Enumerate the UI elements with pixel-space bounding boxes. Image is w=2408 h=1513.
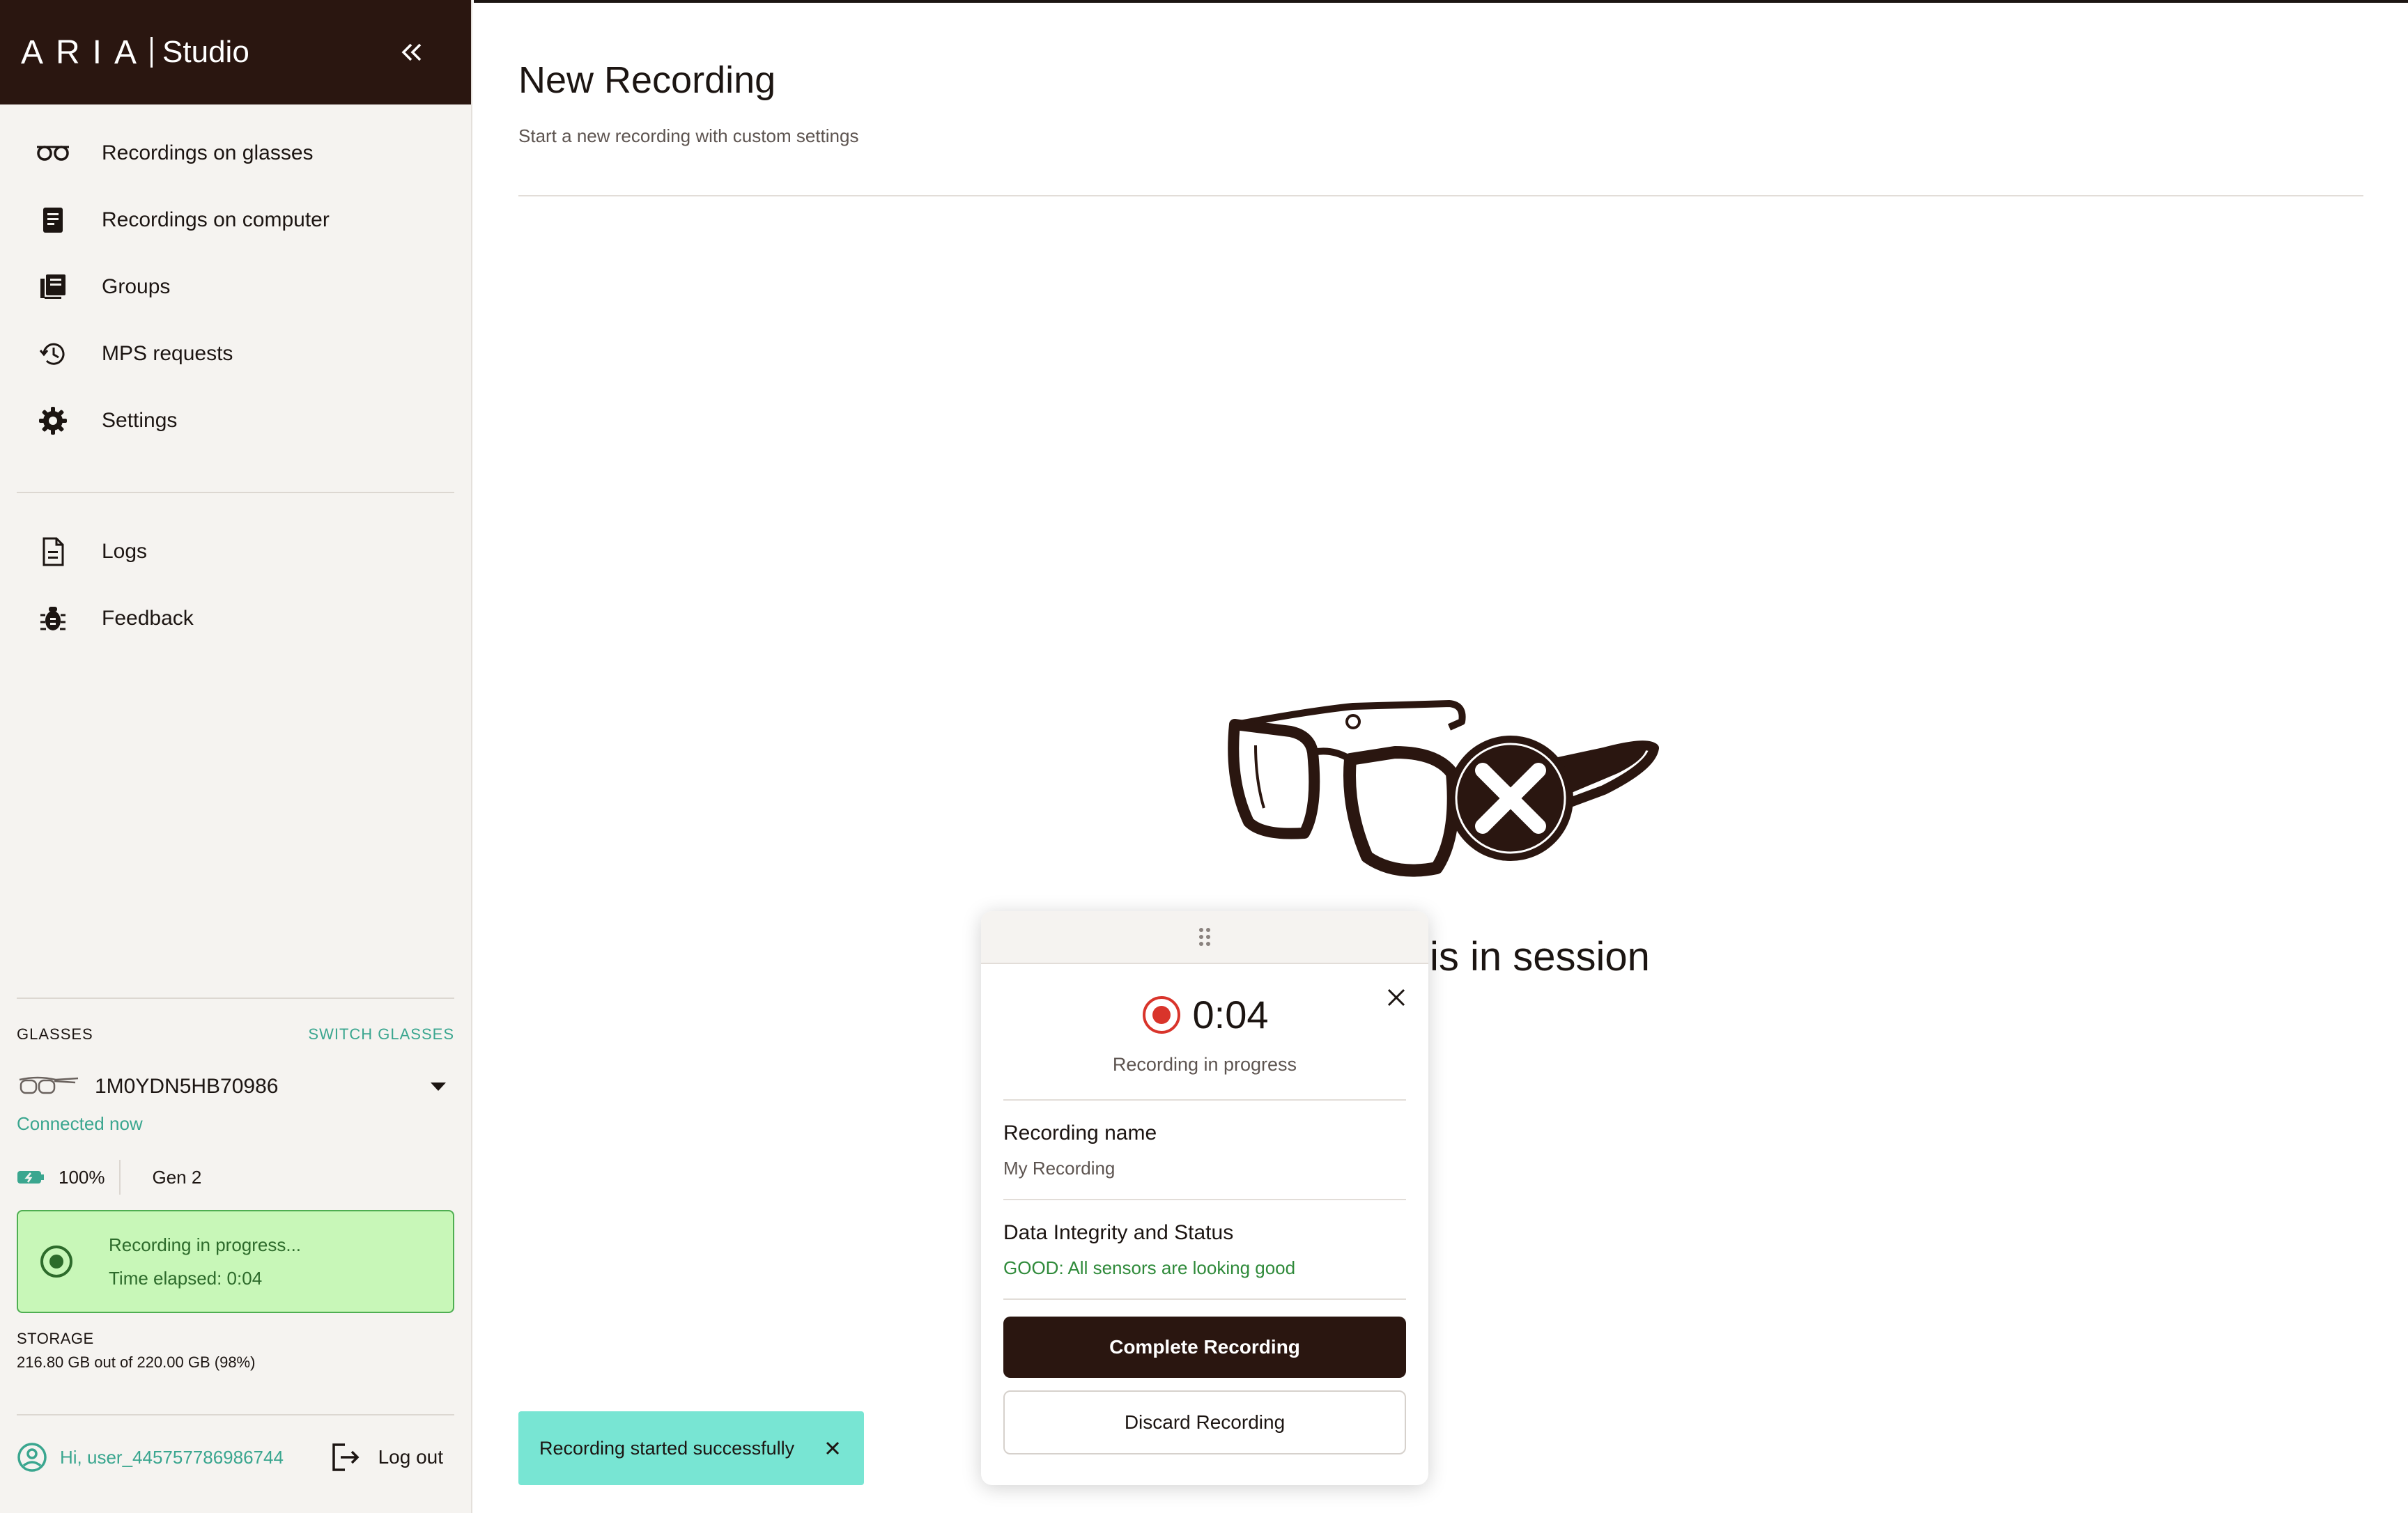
logout-icon — [332, 1443, 360, 1471]
brand-separator — [150, 37, 153, 68]
sidebar-divider — [17, 492, 454, 493]
session-status-text: is in session — [1430, 934, 1650, 979]
user-greeting: Hi, user_445757786986744 — [60, 1446, 284, 1468]
logout-label: Log out — [378, 1446, 443, 1468]
data-integrity-section: Data Integrity and Status GOOD: All sens… — [1003, 1199, 1406, 1298]
sidebar-item-label: Groups — [102, 275, 171, 298]
close-icon — [1387, 988, 1405, 1007]
sidebar: ARIA Studio Recordings on glasses Record… — [0, 0, 472, 1513]
glasses-title: GLASSES — [17, 1025, 93, 1043]
sidebar-item-label: Logs — [102, 540, 148, 563]
user-avatar-icon — [17, 1443, 47, 1472]
bug-icon — [35, 600, 71, 637]
toast-message: Recording started successfully — [539, 1437, 795, 1459]
connection-status: Connected now — [17, 1113, 143, 1134]
switch-glasses-link[interactable]: SWITCH GLASSES — [308, 1025, 454, 1043]
logout-button[interactable]: Log out — [331, 1442, 443, 1473]
sidebar-item-label: Settings — [102, 409, 178, 432]
sidebar-item-label: MPS requests — [102, 342, 233, 365]
sidebar-item-mps-requests[interactable]: MPS requests — [0, 320, 471, 387]
sidebar-item-label: Recordings on computer — [102, 208, 330, 231]
device-id: 1M0YDN5HB70986 — [95, 1075, 279, 1098]
device-selector[interactable]: 1M0YDN5HB70986 — [17, 1073, 454, 1101]
sidebar-item-label: Feedback — [102, 607, 194, 630]
data-integrity-title: Data Integrity and Status — [1003, 1221, 1234, 1244]
main-content: New Recording Start a new recording with… — [474, 0, 2408, 1513]
recording-indicator-icon — [40, 1246, 72, 1278]
header-divider — [518, 195, 2363, 196]
close-panel-button[interactable] — [1382, 984, 1410, 1011]
top-border — [474, 0, 2408, 3]
caret-down-icon — [431, 1083, 446, 1091]
page-subtitle: Start a new recording with custom settin… — [518, 125, 859, 146]
sidebar-item-label: Recordings on glasses — [102, 141, 314, 164]
drag-handle-bar[interactable] — [981, 911, 1428, 964]
glasses-panel: GLASSES SWITCH GLASSES 1M0YDN5HB70986 Co… — [17, 998, 454, 1372]
user-footer: Hi, user_445757786986744 Log out — [17, 1414, 454, 1473]
recording-timer: 0:04 — [1192, 993, 1269, 1037]
document-icon — [35, 202, 71, 238]
recording-banner-status: Recording in progress... — [109, 1234, 302, 1255]
sidebar-item-settings[interactable]: Settings — [0, 387, 471, 454]
recording-status-banner: Recording in progress... Time elapsed: 0… — [17, 1210, 454, 1313]
storage-info: STORAGE 216.80 GB out of 220.00 GB (98%) — [17, 1330, 454, 1372]
groups-icon — [35, 269, 71, 305]
discard-recording-button[interactable]: Discard Recording — [1003, 1390, 1406, 1454]
sidebar-item-recordings-on-computer[interactable]: Recordings on computer — [0, 187, 471, 254]
glasses-generation: Gen 2 — [152, 1166, 202, 1188]
storage-value: 216.80 GB out of 220.00 GB (98%) — [17, 1353, 256, 1371]
recording-status-label: Recording in progress — [1112, 1054, 1297, 1075]
complete-recording-button[interactable]: Complete Recording — [1003, 1317, 1406, 1378]
sidebar-item-logs[interactable]: Logs — [0, 518, 471, 585]
stat-divider — [118, 1160, 121, 1195]
battery-icon — [17, 1171, 44, 1184]
history-icon — [35, 336, 71, 372]
gear-icon — [35, 403, 71, 439]
card-divider — [1003, 1298, 1406, 1300]
close-icon — [826, 1441, 840, 1455]
drag-handle-icon — [1199, 928, 1210, 946]
recording-name-title: Recording name — [1003, 1122, 1157, 1145]
brand-header: ARIA Studio — [0, 0, 471, 104]
page-title: New Recording — [518, 59, 776, 101]
double-chevron-left-icon — [401, 43, 422, 61]
glasses-device-icon — [19, 1076, 79, 1094]
glasses-icon — [35, 135, 71, 171]
file-icon — [35, 534, 71, 570]
sidebar-nav: Recordings on glasses Recordings on comp… — [0, 104, 471, 652]
sidebar-item-groups[interactable]: Groups — [0, 254, 471, 320]
recording-control-panel: 0:04 Recording in progress Recording nam… — [981, 911, 1428, 1485]
sidebar-item-feedback[interactable]: Feedback — [0, 585, 471, 652]
success-toast: Recording started successfully — [518, 1411, 864, 1485]
data-integrity-value: GOOD: All sensors are looking good — [1003, 1257, 1296, 1278]
toast-close-button[interactable] — [822, 1438, 843, 1459]
recording-name-value: My Recording — [1003, 1158, 1116, 1179]
record-indicator-icon — [1142, 995, 1180, 1034]
sidebar-item-recordings-on-glasses[interactable]: Recordings on glasses — [0, 120, 471, 187]
brand-logo-aria: ARIA — [21, 33, 150, 71]
glasses-in-session-illustration — [1228, 700, 1659, 877]
recording-name-section: Recording name My Recording — [1003, 1099, 1406, 1199]
battery-level: 100% — [59, 1166, 105, 1188]
storage-title: STORAGE — [17, 1330, 94, 1347]
recording-banner-elapsed: Time elapsed: 0:04 — [109, 1268, 263, 1289]
collapse-sidebar-button[interactable] — [394, 35, 429, 70]
brand-logo-studio: Studio — [162, 35, 249, 69]
